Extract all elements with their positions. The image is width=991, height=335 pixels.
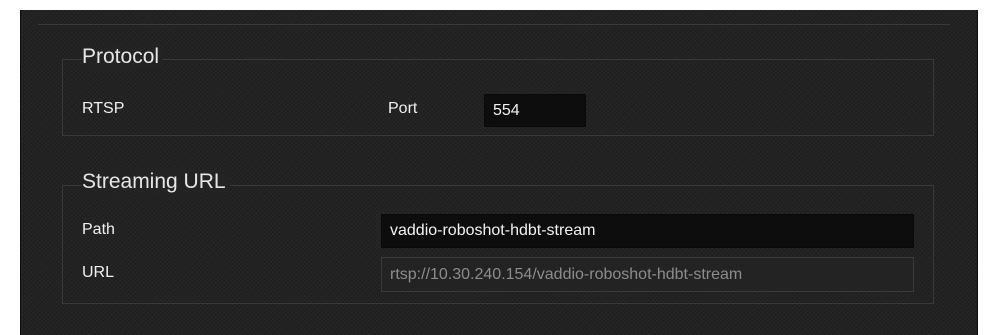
url-label: URL	[82, 264, 115, 281]
rtsp-label: RTSP	[82, 100, 125, 117]
port-label: Port	[388, 100, 418, 117]
port-input[interactable]	[484, 94, 586, 127]
path-label: Path	[82, 221, 115, 238]
protocol-legend: Protocol	[82, 45, 164, 69]
path-input[interactable]	[381, 214, 914, 248]
streaming-url-legend: Streaming URL	[82, 170, 230, 194]
section-divider	[38, 24, 950, 25]
url-field[interactable]	[381, 257, 914, 292]
